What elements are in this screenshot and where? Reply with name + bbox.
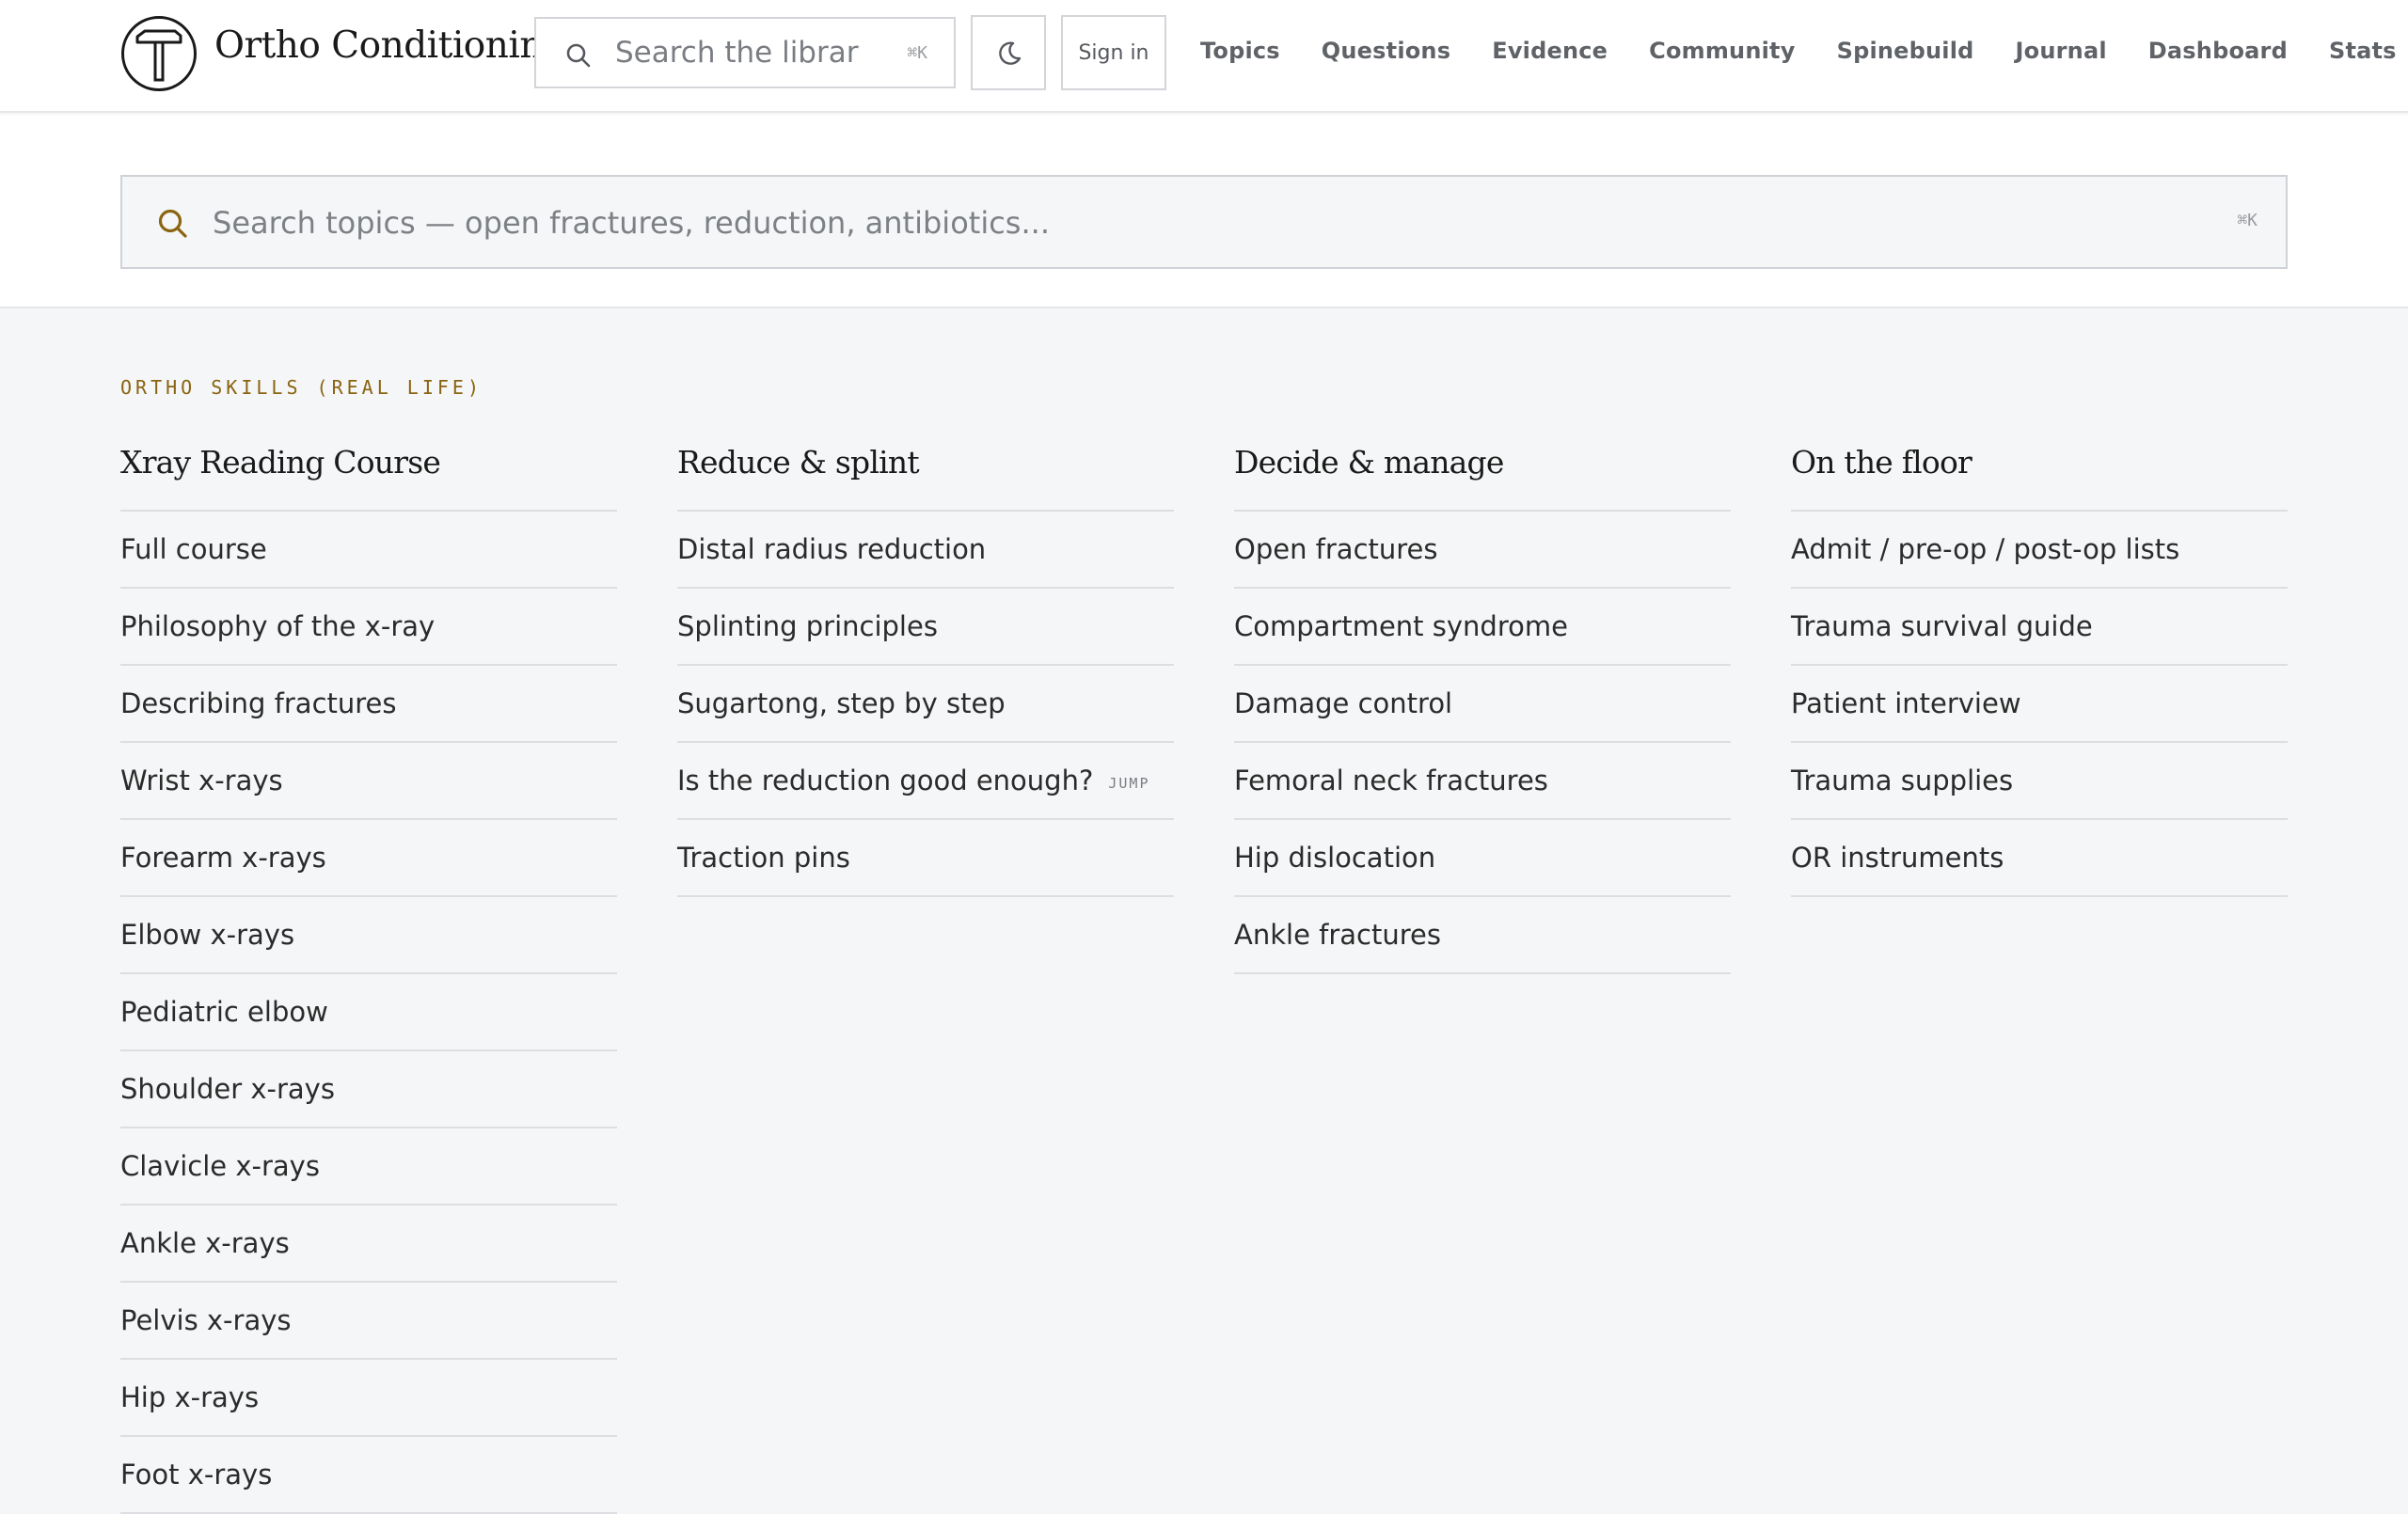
nav-questions[interactable]: Questions (1322, 38, 1450, 64)
topic-link[interactable]: Open fractures (1234, 512, 1731, 589)
moon-icon (999, 41, 1022, 65)
topic-link[interactable]: Patient interview (1791, 666, 2288, 743)
search-icon (158, 209, 187, 238)
topic-link[interactable]: Compartment syndrome (1234, 589, 1731, 666)
column-title: Reduce & splint (677, 442, 1174, 512)
topic-link[interactable]: Femoral neck fractures (1234, 743, 1731, 820)
topic-link[interactable]: Hip x-rays (120, 1360, 617, 1437)
topic-search-input[interactable] (213, 199, 2000, 246)
column-title: Xray Reading Course (120, 442, 617, 512)
topic-link-label: Is the reduction good enough? (677, 765, 1094, 796)
topic-link[interactable]: Philosophy of the x-ray (120, 589, 617, 666)
topic-list: Full course Philosophy of the x-ray Desc… (120, 512, 617, 1514)
column-on-the-floor: On the floor Admit / pre-op / post-op li… (1791, 442, 2288, 897)
topic-link[interactable]: Describing fractures (120, 666, 617, 743)
topic-link[interactable]: Full course (120, 512, 617, 589)
column-decide-and-manage: Decide & manage Open fractures Compartme… (1234, 442, 1731, 974)
topic-search-band: ⌘K (0, 115, 2408, 308)
nav-topics[interactable]: Topics (1200, 38, 1280, 64)
topic-link[interactable]: Traction pins (677, 820, 1174, 897)
theme-toggle-button[interactable] (971, 15, 1046, 90)
nav-community[interactable]: Community (1649, 38, 1795, 64)
topic-link-with-tag[interactable]: Is the reduction good enough? JUMP (677, 743, 1174, 820)
topic-link[interactable]: Splinting principles (677, 589, 1174, 666)
topic-link[interactable]: Shoulder x-rays (120, 1051, 617, 1128)
topic-link[interactable]: Trauma supplies (1791, 743, 2288, 820)
library-search[interactable]: ⌘K (534, 17, 956, 88)
topic-link[interactable]: Distal radius reduction (677, 512, 1174, 589)
column-title: Decide & manage (1234, 442, 1731, 512)
library-search-input[interactable] (615, 32, 860, 73)
topic-link[interactable]: Forearm x-rays (120, 820, 617, 897)
sign-in-button[interactable]: Sign in (1061, 15, 1166, 90)
nav-evidence[interactable]: Evidence (1492, 38, 1608, 64)
topic-link[interactable]: Ankle x-rays (120, 1206, 617, 1283)
search-shortcut-hint: ⌘K (907, 43, 927, 63)
nav-journal[interactable]: Journal (2016, 38, 2107, 64)
search-icon (566, 43, 591, 68)
nav-dashboard[interactable]: Dashboard (2148, 38, 2288, 64)
topic-link[interactable]: Elbow x-rays (120, 897, 617, 974)
topic-link[interactable]: Trauma survival guide (1791, 589, 2288, 666)
topic-list: Admit / pre-op / post-op lists Trauma su… (1791, 512, 2288, 897)
topic-link[interactable]: Foot x-rays (120, 1437, 617, 1514)
topic-list: Open fractures Compartment syndrome Dama… (1234, 512, 1731, 974)
nav-stats[interactable]: Stats (2329, 38, 2397, 64)
topic-link[interactable]: Clavicle x-rays (120, 1128, 617, 1206)
topic-search-shortcut-hint: ⌘K (2237, 211, 2258, 230)
section-eyebrow: ORTHO SKILLS (REAL LIFE) (120, 376, 483, 399)
topic-link[interactable]: Admit / pre-op / post-op lists (1791, 512, 2288, 589)
topic-link[interactable]: OR instruments (1791, 820, 2288, 897)
hammer-logo-icon[interactable] (120, 15, 198, 92)
topic-link[interactable]: Pediatric elbow (120, 974, 617, 1051)
topic-link[interactable]: Wrist x-rays (120, 743, 617, 820)
topic-search[interactable]: ⌘K (120, 175, 2288, 269)
topic-link[interactable]: Damage control (1234, 666, 1731, 743)
topic-link[interactable]: Ankle fractures (1234, 897, 1731, 974)
column-xray-reading-course: Xray Reading Course Full course Philosop… (120, 442, 617, 1514)
site-header: Ortho Conditioning ⌘K Sign in Topics Que… (0, 0, 2408, 113)
topic-link[interactable]: Pelvis x-rays (120, 1283, 617, 1360)
nav-spinebuild[interactable]: Spinebuild (1837, 38, 1974, 64)
brand-name[interactable]: Ortho Conditioning (214, 24, 566, 67)
topic-link[interactable]: Hip dislocation (1234, 820, 1731, 897)
jump-tag: JUMP (1108, 775, 1150, 792)
column-reduce-and-splint: Reduce & splint Distal radius reduction … (677, 442, 1174, 897)
main-nav: Topics Questions Evidence Community Spin… (1200, 38, 2397, 64)
topic-link[interactable]: Sugartong, step by step (677, 666, 1174, 743)
column-title: On the floor (1791, 442, 2288, 512)
topic-list: Distal radius reduction Splinting princi… (677, 512, 1174, 897)
